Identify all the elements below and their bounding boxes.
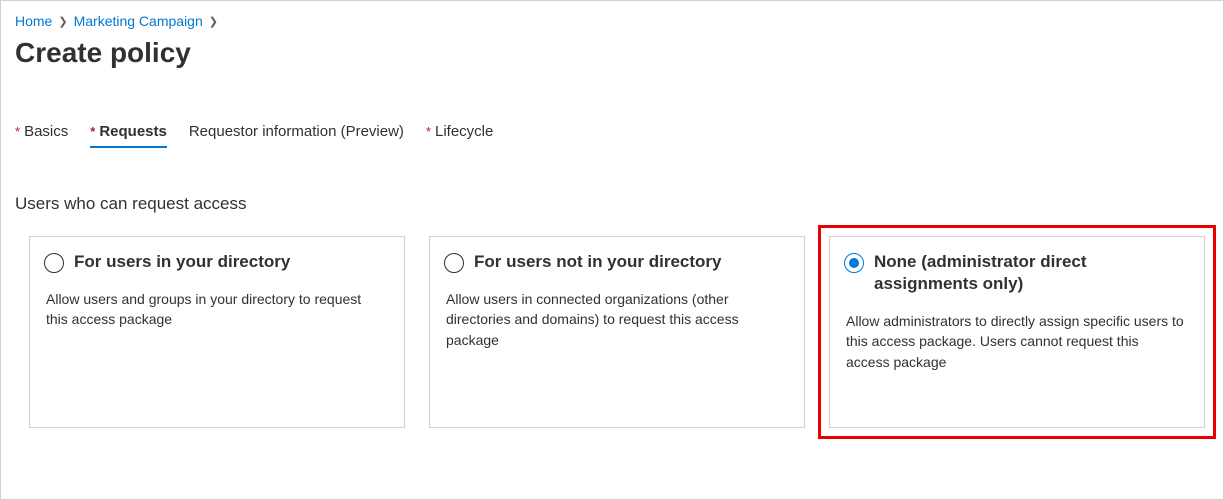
chevron-right-icon: ❯ xyxy=(209,15,218,28)
radio-button[interactable] xyxy=(444,253,464,273)
card-description: Allow users and groups in your directory… xyxy=(44,289,386,330)
required-asterisk: * xyxy=(90,124,95,139)
tabs: * Basics * Requests Requestor informatio… xyxy=(15,123,1209,148)
tab-basics[interactable]: * Basics xyxy=(15,123,68,148)
radio-button[interactable] xyxy=(844,253,864,273)
tab-label: Basics xyxy=(24,123,68,140)
breadcrumb-home[interactable]: Home xyxy=(15,13,52,29)
breadcrumb: Home ❯ Marketing Campaign ❯ xyxy=(15,13,1209,29)
card-title: For users not in your directory xyxy=(474,251,722,273)
card-description: Allow users in connected organizations (… xyxy=(444,289,786,350)
card-description: Allow administrators to directly assign … xyxy=(844,311,1186,372)
required-asterisk: * xyxy=(15,124,20,139)
tab-requests[interactable]: * Requests xyxy=(90,123,167,148)
card-header: For users not in your directory xyxy=(444,251,786,273)
option-cards: For users in your directory Allow users … xyxy=(15,236,1209,428)
option-card-external-users[interactable]: For users not in your directory Allow us… xyxy=(429,236,805,428)
radio-button[interactable] xyxy=(44,253,64,273)
section-heading: Users who can request access xyxy=(15,194,1209,214)
card-header: For users in your directory xyxy=(44,251,386,273)
card-title: For users in your directory xyxy=(74,251,290,273)
tab-lifecycle[interactable]: * Lifecycle xyxy=(426,123,493,148)
option-card-none-admin[interactable]: None (administrator direct assignments o… xyxy=(829,236,1205,428)
card-title: None (administrator direct assignments o… xyxy=(874,251,1186,295)
page-title: Create policy xyxy=(15,37,1209,69)
tab-label: Requests xyxy=(99,123,167,140)
required-asterisk: * xyxy=(426,124,431,139)
option-card-directory-users[interactable]: For users in your directory Allow users … xyxy=(29,236,405,428)
tab-requestor-info[interactable]: Requestor information (Preview) xyxy=(189,123,404,148)
tab-label: Requestor information (Preview) xyxy=(189,123,404,140)
chevron-right-icon: ❯ xyxy=(58,15,67,28)
card-header: None (administrator direct assignments o… xyxy=(844,251,1186,295)
breadcrumb-marketing-campaign[interactable]: Marketing Campaign xyxy=(74,13,203,29)
tab-label: Lifecycle xyxy=(435,123,493,140)
